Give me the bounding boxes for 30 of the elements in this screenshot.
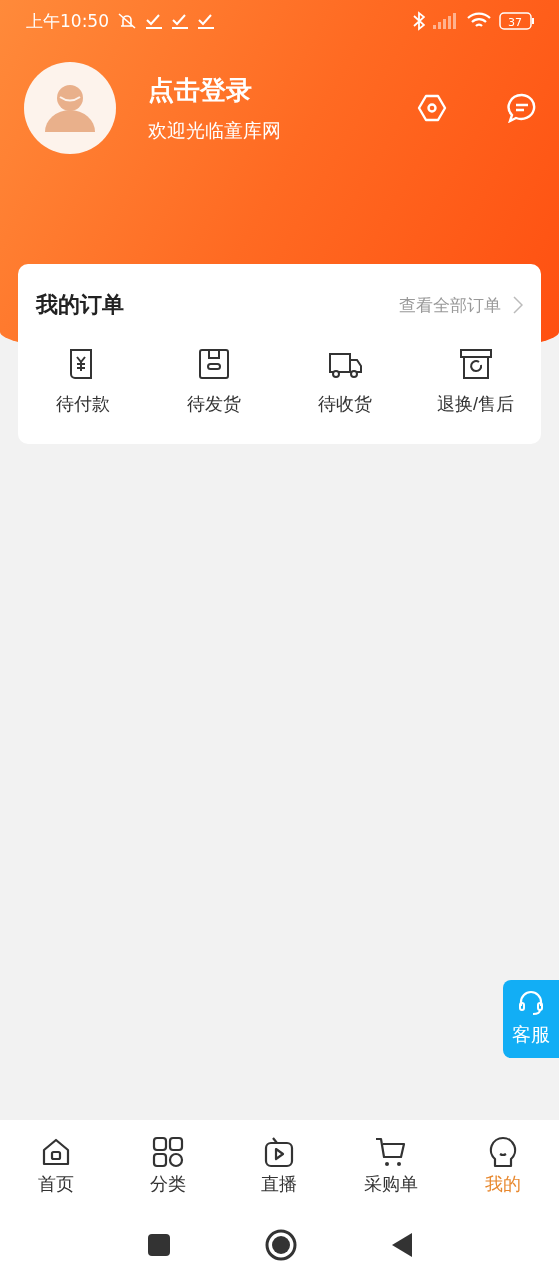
back-icon[interactable]	[390, 1232, 413, 1258]
welcome-text: 欢迎光临童库网	[148, 117, 282, 143]
recents-icon[interactable]	[146, 1233, 171, 1257]
play-icon	[263, 1136, 296, 1168]
mute-icon	[117, 12, 137, 30]
signal-icon	[433, 13, 459, 29]
order-status-button[interactable]: 退换/售后	[410, 346, 541, 416]
tab[interactable]: 首页	[0, 1136, 112, 1210]
check-icon	[145, 13, 163, 29]
message-button[interactable]	[507, 93, 537, 123]
chevron-icon	[513, 296, 523, 314]
cart-icon	[375, 1136, 408, 1168]
check-icon	[197, 13, 215, 29]
headset-icon	[517, 990, 545, 1016]
tab[interactable]: 采购单	[335, 1136, 448, 1210]
return-icon	[457, 346, 494, 382]
check-icon	[171, 13, 189, 29]
bluetooth-icon	[413, 11, 425, 31]
status-time: 上午10:50	[26, 9, 109, 33]
order-status-button[interactable]: 待收货	[279, 346, 411, 416]
order-status-button[interactable]: 待发货	[148, 346, 280, 416]
settings-button[interactable]	[417, 93, 447, 123]
orders-title: 我的订单	[36, 291, 125, 319]
grid-icon	[151, 1136, 184, 1168]
tab[interactable]: 直播	[223, 1136, 336, 1210]
home-icon[interactable]	[264, 1229, 297, 1261]
battery-icon: 37	[499, 12, 535, 30]
order-status-button[interactable]: 待付款	[18, 346, 149, 416]
person-icon	[44, 82, 96, 134]
tab[interactable]: 分类	[111, 1136, 224, 1210]
